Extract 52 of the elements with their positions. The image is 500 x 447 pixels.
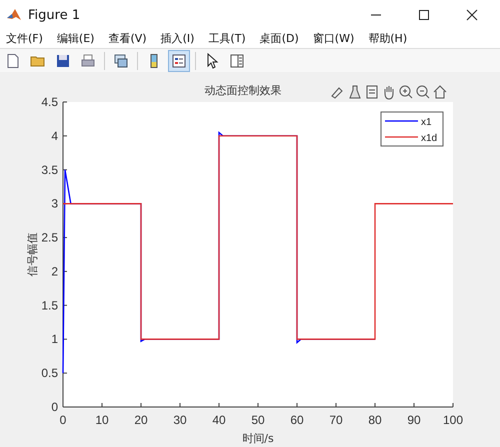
legend-icon bbox=[171, 52, 187, 68]
tick-label: 1 bbox=[51, 332, 58, 346]
close-icon[interactable] bbox=[466, 9, 478, 21]
menu-item[interactable]: 文件(F) bbox=[6, 30, 43, 46]
menu-item[interactable]: 编辑(E) bbox=[56, 30, 94, 46]
tick-label: 1.5 bbox=[41, 298, 58, 312]
window-title: Figure 1 bbox=[28, 8, 80, 22]
tick-label: 2.5 bbox=[41, 230, 58, 245]
chart-title: 动态面控制效果 bbox=[204, 84, 282, 97]
tick-label: 3.5 bbox=[41, 162, 58, 177]
toolbar-button[interactable] bbox=[168, 50, 190, 72]
hand-icon[interactable] bbox=[385, 86, 393, 99]
app-logo-icon bbox=[6, 7, 22, 23]
tick-label: 0 bbox=[60, 413, 66, 427]
menu-item[interactable]: 工具(T) bbox=[208, 30, 246, 46]
legend-label: x1 bbox=[421, 117, 432, 128]
flask-icon[interactable] bbox=[350, 86, 360, 98]
axis-label: 信号幅值 bbox=[26, 232, 39, 276]
menu-item[interactable]: 桌面(D) bbox=[260, 30, 299, 46]
tick-label: 90 bbox=[407, 413, 421, 427]
legend-box bbox=[380, 112, 444, 146]
tick-label: 80 bbox=[368, 413, 382, 427]
menu-item[interactable]: 窗口(W) bbox=[312, 30, 354, 46]
save-icon bbox=[55, 52, 71, 68]
home-icon[interactable] bbox=[434, 86, 446, 98]
tick-label: 60 bbox=[290, 413, 304, 427]
legend-label: x1d bbox=[421, 133, 438, 144]
page-icon bbox=[5, 52, 21, 68]
tick-label: 30 bbox=[173, 413, 187, 427]
zoom-out-icon[interactable] bbox=[417, 86, 429, 98]
tick-label: 50 bbox=[251, 413, 265, 427]
tick-label: 0.5 bbox=[41, 366, 58, 380]
tick-label: 10 bbox=[95, 413, 109, 427]
tick-label: 20 bbox=[134, 413, 148, 427]
printer-icon bbox=[80, 52, 96, 68]
linked-windows-icon bbox=[113, 52, 129, 68]
axis-label: 时间/s bbox=[242, 432, 274, 445]
menu-item[interactable]: 插入(I) bbox=[160, 30, 194, 46]
tick-label: 0 bbox=[51, 400, 58, 414]
menu-item[interactable]: 帮助(H) bbox=[368, 30, 408, 46]
tick-label: 70 bbox=[329, 413, 343, 427]
tick-label: 2 bbox=[51, 264, 58, 278]
zoom-in-icon[interactable] bbox=[400, 86, 412, 98]
maximize-icon[interactable] bbox=[418, 9, 430, 21]
menu-item[interactable]: 查看(V) bbox=[108, 30, 147, 46]
tick-label: 3 bbox=[51, 196, 58, 211]
document-icon[interactable] bbox=[367, 86, 377, 98]
tick-label: 40 bbox=[212, 413, 226, 427]
panel-icon bbox=[229, 52, 245, 68]
tick-label: 100 bbox=[442, 413, 464, 427]
tick-label: 4.5 bbox=[41, 95, 58, 109]
tick-label: 4 bbox=[51, 128, 58, 143]
